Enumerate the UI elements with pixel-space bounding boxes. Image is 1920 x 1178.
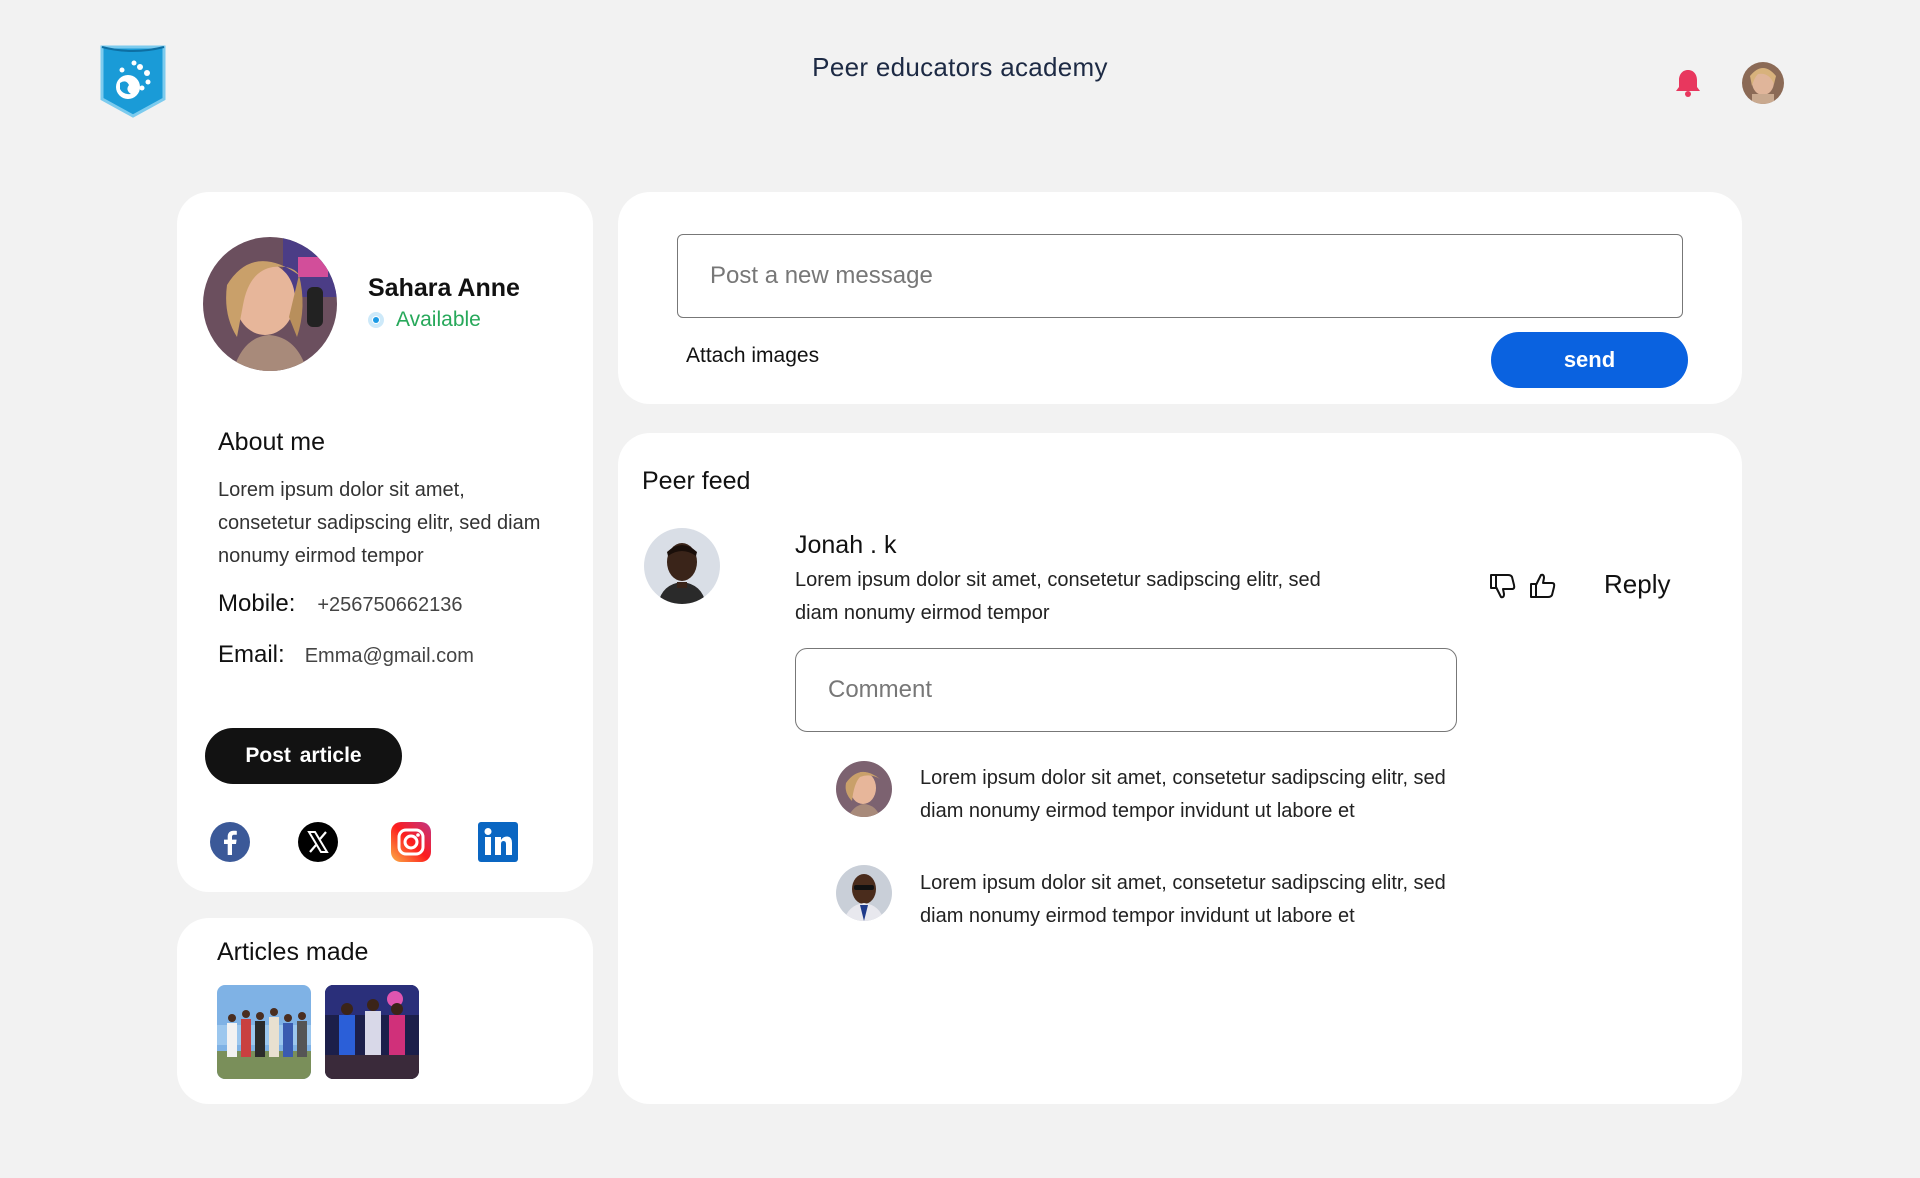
- post-body-text: Lorem ipsum dolor sit amet, consetetur s…: [795, 569, 1321, 624]
- reply-avatar: [836, 865, 892, 921]
- reply-text: Lorem ipsum dolor sit amet, consetetur s…: [920, 872, 1446, 927]
- status-dot-icon: [368, 312, 384, 328]
- comment-input[interactable]: [795, 648, 1457, 732]
- bell-icon[interactable]: [1674, 68, 1702, 98]
- about-text: Lorem ipsum dolor sit amet, consetetur s…: [218, 479, 541, 567]
- email-row: Email: Emma@gmail.com: [218, 641, 474, 669]
- mobile-value: +256750662136: [317, 594, 463, 616]
- articles-title: Articles made: [217, 938, 369, 966]
- thumbs-down-icon[interactable]: [1488, 571, 1518, 601]
- email-label: Email:: [218, 641, 285, 668]
- articles-card: Articles made: [177, 918, 593, 1104]
- feed-title: Peer feed: [642, 467, 751, 495]
- linkedin-icon[interactable]: [477, 821, 519, 863]
- instagram-icon[interactable]: [390, 821, 432, 863]
- profile-name: Sahara Anne: [368, 274, 520, 302]
- reply-avatar: [836, 761, 892, 817]
- profile-avatar: [203, 237, 337, 371]
- post-author-name[interactable]: Jonah . k: [795, 531, 896, 560]
- reply-button[interactable]: Reply: [1604, 569, 1670, 600]
- post-article-button[interactable]: Post article: [205, 728, 402, 784]
- article-thumbnail[interactable]: [217, 985, 311, 1079]
- email-value: Emma@gmail.com: [304, 645, 474, 667]
- mobile-label: Mobile:: [218, 590, 296, 617]
- app-title: Peer educators academy: [812, 52, 1108, 82]
- post-message-input[interactable]: [677, 234, 1683, 318]
- about-title: About me: [218, 428, 326, 456]
- x-icon[interactable]: [297, 821, 339, 863]
- status-indicator: Available: [368, 308, 481, 332]
- thumbs-up-icon[interactable]: [1528, 571, 1558, 601]
- article-thumbnail[interactable]: [325, 985, 419, 1079]
- post-author-avatar: [644, 528, 720, 604]
- reply-text: Lorem ipsum dolor sit amet, consetetur s…: [920, 767, 1446, 822]
- compose-card: Attach images send: [618, 192, 1742, 404]
- peer-feed-card: Peer feed Jonah . k Lorem ipsum dolor si…: [618, 433, 1742, 1104]
- mobile-row: Mobile: +256750662136: [218, 590, 463, 618]
- attach-images-link[interactable]: Attach images: [686, 344, 819, 368]
- facebook-icon[interactable]: [209, 821, 251, 863]
- send-button[interactable]: send: [1491, 332, 1688, 388]
- user-avatar[interactable]: [1742, 62, 1784, 104]
- status-label: Available: [396, 308, 481, 331]
- profile-card: Sahara Anne Available About me Lorem ips…: [177, 192, 593, 892]
